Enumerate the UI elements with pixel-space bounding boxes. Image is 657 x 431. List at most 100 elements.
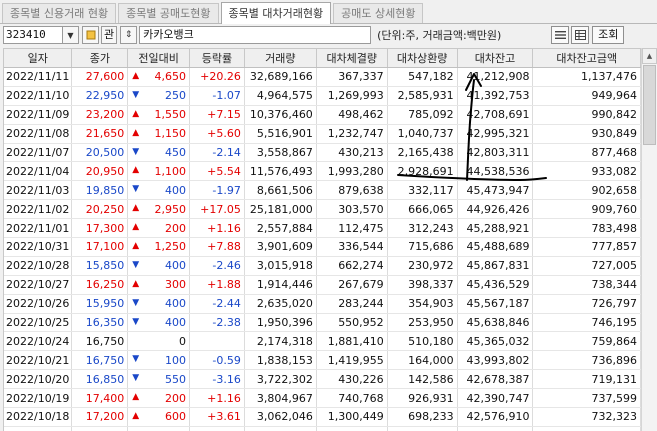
amount-value: 759,864 (591, 334, 638, 348)
square-icon[interactable] (82, 26, 99, 44)
table-row[interactable]: 2022/10/18 17,200 ▲ 600 +3.61 3,062,046 1,300,… (4, 407, 641, 427)
table-row[interactable]: 2022/11/02 20,250 ▲ 2,950 +17.05 25,181,000 30… (4, 199, 641, 220)
cell-chg: ▲ 200 (127, 218, 190, 239)
table-row[interactable]: 2022/11/07 20,500 ▼ 450 -2.14 3,558,867 430,21… (4, 143, 641, 163)
volume-value: 2,557,884 (256, 221, 313, 235)
header-rate[interactable]: 등락률 (189, 48, 245, 68)
date-value: 2022/10/18 (6, 410, 70, 424)
list-icon[interactable] (551, 26, 570, 44)
volume-value: 1,838,153 (256, 353, 313, 367)
cell-lend: 1,300,449 (316, 407, 388, 427)
table-row[interactable]: 2022/10/31 17,100 ▲ 1,250 +7.88 3,901,609 336,… (4, 237, 641, 257)
repay-value: 926,931 (408, 391, 454, 405)
cell-amount: 719,131 (532, 369, 641, 390)
cell-close: 17,100 (71, 237, 129, 257)
cell-volume: 1,950,396 (244, 313, 317, 333)
table-row[interactable]: 2022/11/03 19,850 ▼ 400 -1.97 8,661,506 879,63… (4, 180, 641, 201)
rate-value: -0.59 (212, 353, 241, 367)
query-button[interactable]: 조회 (592, 26, 625, 44)
tab-stock-lending[interactable]: 종목별 대차거래현황 (220, 2, 332, 24)
balance-value: 42,803,311 (466, 146, 530, 159)
stock-code-input[interactable]: 323410 (3, 26, 63, 44)
table-row[interactable]: 2022/11/11 27,600 ▲ 4,650 +20.26 32,689,166 36… (4, 67, 641, 87)
table-row[interactable]: 2022/10/26 15,950 ▼ 400 -2.44 2,635,020 283,24… (4, 294, 641, 314)
cell-balance: 41,212,908 (457, 67, 534, 87)
table-row[interactable]: 2022/11/10 22,950 ▼ 250 -1.07 4,964,575 1,269,… (4, 86, 641, 106)
grid-settings-icon[interactable] (571, 26, 590, 44)
close-value: 20,250 (85, 202, 125, 216)
scrollbar-thumb[interactable] (643, 65, 656, 145)
header-close[interactable]: 종가 (71, 48, 129, 68)
header-change[interactable]: 전일대비 (127, 48, 190, 68)
table-row[interactable]: 2022/11/09 23,200 ▲ 1,550 +7.15 10,376,460 498… (4, 105, 641, 125)
cell-volume: 5,516,901 (244, 124, 317, 144)
rate-value: +17.05 (200, 202, 241, 216)
lend-value: 1,993,280 (327, 164, 384, 178)
down-triangle-icon: ▼ (132, 184, 140, 195)
table-row[interactable]: 2022/11/01 17,300 ▲ 200 +1.16 2,557,884 112,47… (4, 218, 641, 239)
cell-rate: -5.14 (189, 426, 245, 431)
vertical-scrollbar[interactable]: ▲ (641, 48, 657, 431)
cell-repay: 332,117 (387, 180, 458, 201)
cell-balance: 45,638,846 (457, 313, 534, 333)
chevron-down-icon[interactable]: ▼ (63, 26, 79, 44)
cell-volume: 6,227,448 (244, 426, 317, 431)
cell-balance: 45,436,529 (457, 275, 534, 295)
cell-repay: 398,337 (387, 275, 458, 295)
date-value: 2022/11/07 (6, 146, 70, 159)
table-row[interactable]: 2022/10/21 16,750 ▼ 100 -0.59 1,838,153 1,419,… (4, 350, 641, 371)
chg-value: 450 (164, 146, 186, 159)
tab-credit-trading[interactable]: 종목별 신용거래 현황 (2, 3, 117, 23)
cell-amount: 990,842 (532, 105, 641, 125)
table-row[interactable]: 2022/11/04 20,950 ▲ 1,100 +5.54 11,576,493 1,9… (4, 161, 641, 182)
table-row[interactable]: 2022/11/08 21,650 ▲ 1,150 +5.60 5,516,901 1,23… (4, 124, 641, 144)
table-row[interactable]: 2022/10/24 16,750 0 2,174,318 1,881,410 510,1… (4, 331, 641, 352)
cell-volume: 2,174,318 (244, 331, 317, 352)
header-lend[interactable]: 대차체결량 (316, 48, 388, 68)
header-balance[interactable]: 대차잔고 (457, 48, 534, 68)
header-repay[interactable]: 대차상환량 (387, 48, 458, 68)
header-date[interactable]: 일자 (4, 48, 73, 68)
cell-chg: ▲ 600 (127, 407, 190, 427)
tab-short-selling-detail[interactable]: 공매도 상세현황 (333, 3, 424, 23)
rate-value: +5.60 (207, 127, 241, 141)
table-row[interactable]: 2022/10/20 16,850 ▼ 550 -3.16 3,722,302 430,22… (4, 369, 641, 390)
table-row[interactable]: 2022/10/25 16,350 ▼ 400 -2.38 1,950,396 550,95… (4, 313, 641, 333)
volume-value: 3,015,918 (256, 259, 313, 273)
stock-name-field[interactable]: 카카오뱅크 (139, 26, 372, 44)
volume-value: 3,804,967 (256, 391, 313, 405)
cell-volume: 3,062,046 (244, 407, 317, 427)
table-row[interactable]: 2022/10/27 16,250 ▲ 300 +1.88 1,914,446 267,67… (4, 275, 641, 295)
tab-short-selling[interactable]: 종목별 공매도현황 (118, 3, 219, 23)
repay-value: 332,117 (408, 183, 454, 197)
header-volume[interactable]: 거래량 (244, 48, 317, 68)
cell-amount: 696,780 (532, 426, 641, 431)
table-row[interactable]: 2022/10/1716,600▼900-5.146,227,4481,069,… (4, 426, 641, 431)
rate-value: +20.26 (200, 70, 241, 84)
amount-value: 902,658 (591, 183, 638, 197)
close-value: 17,200 (85, 410, 125, 424)
lend-value: 1,269,993 (327, 89, 384, 103)
header-amount[interactable]: 대차잔고금액 (532, 48, 641, 68)
cell-chg: ▲ 200 (127, 388, 190, 409)
down-triangle-icon: ▼ (132, 89, 140, 100)
close-value: 16,750 (85, 334, 125, 348)
balance-value: 42,708,691 (466, 108, 530, 122)
cell-rate: +1.88 (189, 275, 245, 295)
up-down-arrows-icon[interactable]: ⇕ (120, 26, 138, 44)
scroll-up-arrow-icon[interactable]: ▲ (642, 48, 657, 64)
rate-value: -1.97 (212, 183, 241, 197)
cell-chg: 0 (127, 331, 190, 352)
lend-value: 430,213 (338, 146, 384, 159)
rate-value: -2.14 (212, 146, 241, 159)
table-row[interactable]: 2022/10/28 15,850 ▼ 400 -2.46 3,015,918 662,27… (4, 256, 641, 276)
cell-date: 2022/11/11 (4, 67, 73, 87)
balance-value: 45,867,831 (466, 259, 530, 273)
cell-balance: 44,538,536 (457, 161, 534, 182)
chg-value: 400 (164, 297, 186, 311)
table-row[interactable]: 2022/10/19 17,400 ▲ 200 +1.16 3,804,967 740,76… (4, 388, 641, 409)
balance-value: 45,436,529 (466, 278, 530, 292)
close-value: 16,350 (85, 316, 125, 330)
gwan-button[interactable]: 관 (101, 26, 118, 44)
repay-value: 2,585,931 (397, 89, 454, 103)
